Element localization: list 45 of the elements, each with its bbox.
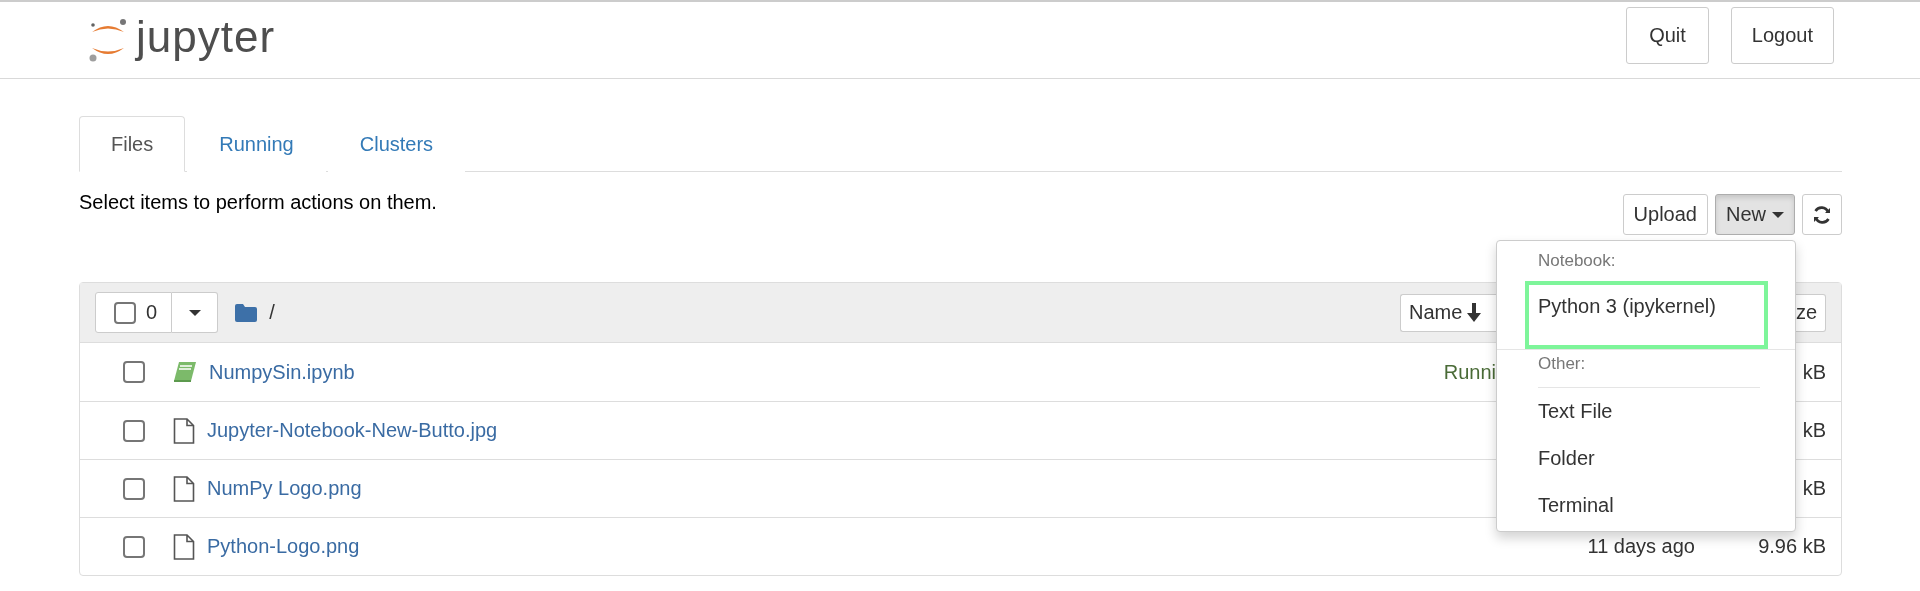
checkbox[interactable]	[114, 301, 136, 324]
checkbox[interactable]	[123, 419, 145, 442]
menu-item[interactable]: Python 3 (ipykernel)	[1525, 281, 1768, 349]
file-icon	[173, 533, 195, 560]
file-icon	[173, 475, 195, 502]
sort-name-button[interactable]: Name	[1400, 293, 1496, 332]
file-link[interactable]: Python-Logo.png	[207, 535, 360, 558]
checkbox[interactable]	[123, 535, 145, 558]
file-link[interactable]: NumPy Logo.png	[207, 477, 362, 500]
menu-item[interactable]: Text File	[1497, 388, 1795, 435]
menu-section-header: Other:	[1537, 353, 1587, 375]
sort-size-button[interactable]: ze	[1796, 293, 1826, 332]
file-link[interactable]: NumpySin.ipynb	[209, 360, 355, 384]
notebook-icon	[173, 361, 197, 383]
checkbox[interactable]	[123, 477, 145, 500]
refresh-icon	[1812, 204, 1832, 225]
menu-item[interactable]: Terminal	[1497, 482, 1795, 529]
quit-button[interactable]: Quit	[1626, 6, 1709, 64]
selected-count: 0	[146, 301, 158, 324]
logo-icon	[88, 16, 128, 64]
modified-cell: 11 days ago	[1587, 535, 1695, 558]
folder-icon	[235, 303, 258, 322]
caret-icon	[188, 309, 201, 316]
arrow-down-icon	[1466, 303, 1483, 322]
upload-button[interactable]: Upload	[1622, 194, 1708, 235]
checkbox[interactable]	[123, 361, 145, 383]
logout-button[interactable]: Logout	[1730, 6, 1834, 64]
size-cell: kB	[1802, 419, 1826, 442]
size-cell: kB	[1802, 360, 1826, 384]
logo-text: jupyter	[136, 15, 276, 59]
menu-section-header: Notebook:	[1537, 250, 1617, 272]
file-icon	[173, 417, 195, 444]
tab[interactable]: Files	[79, 116, 186, 172]
select-all-control[interactable]: 0	[95, 292, 173, 333]
running-status: Runni	[1443, 360, 1496, 384]
new-button[interactable]: New	[1715, 194, 1795, 235]
size-cell: 9.96 kB	[1758, 535, 1826, 558]
path-link[interactable]: /	[269, 301, 275, 324]
select-menu-button[interactable]	[172, 292, 219, 333]
hint-text: Select items to perform actions on them.	[79, 191, 437, 214]
menu-item[interactable]: Folder	[1497, 435, 1795, 482]
size-cell: kB	[1802, 477, 1826, 500]
refresh-button[interactable]	[1802, 194, 1842, 235]
caret-icon	[1772, 211, 1784, 218]
file-link[interactable]: Jupyter-Notebook-New-Butto.jpg	[207, 419, 498, 442]
